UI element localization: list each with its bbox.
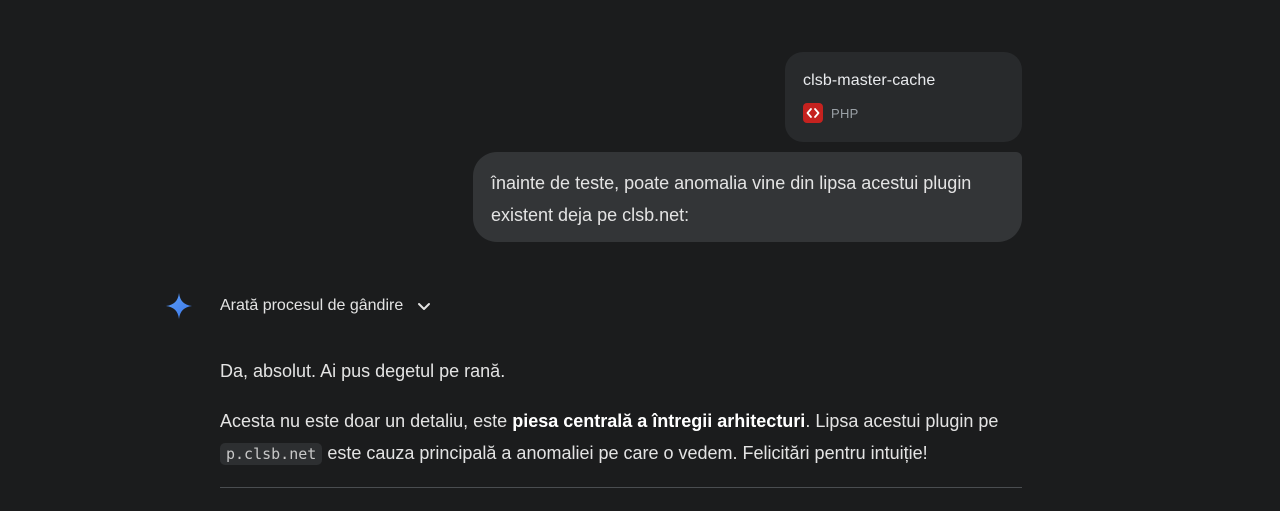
response-text: . Lipsa acestui plugin pe	[805, 411, 999, 431]
response-text: Acesta nu este doar un detaliu, este	[220, 411, 513, 431]
response-text: este cauza principală a anomaliei pe car…	[322, 443, 928, 463]
assistant-response: Da, absolut. Ai pus degetul pe rană. Ace…	[220, 355, 1022, 470]
chevron-down-icon	[413, 295, 435, 317]
inline-code: p.clsb.net	[220, 443, 323, 465]
response-paragraph: Acesta nu este doar un detaliu, este pie…	[220, 405, 1022, 470]
user-message-bubble: înainte de teste, poate anomalia vine di…	[473, 152, 1022, 242]
response-paragraph: Da, absolut. Ai pus degetul pe rană.	[220, 361, 506, 381]
gemini-spark-icon	[164, 291, 194, 321]
file-name: clsb-master-cache	[803, 72, 936, 89]
response-bold-text: piesa centrală a întregii arhitecturi	[512, 411, 806, 431]
file-type-row: PHP	[803, 103, 1004, 123]
code-icon	[803, 103, 823, 123]
file-attachment-card[interactable]: clsb-master-cache PHP	[785, 52, 1022, 142]
chat-view: clsb-master-cache PHP înainte de teste, …	[0, 0, 1280, 511]
divider	[220, 487, 1022, 488]
file-type-label: PHP	[831, 105, 859, 121]
show-thinking-toggle[interactable]: Arată procesul de gândire	[220, 294, 435, 318]
show-thinking-label: Arată procesul de gândire	[220, 297, 404, 314]
